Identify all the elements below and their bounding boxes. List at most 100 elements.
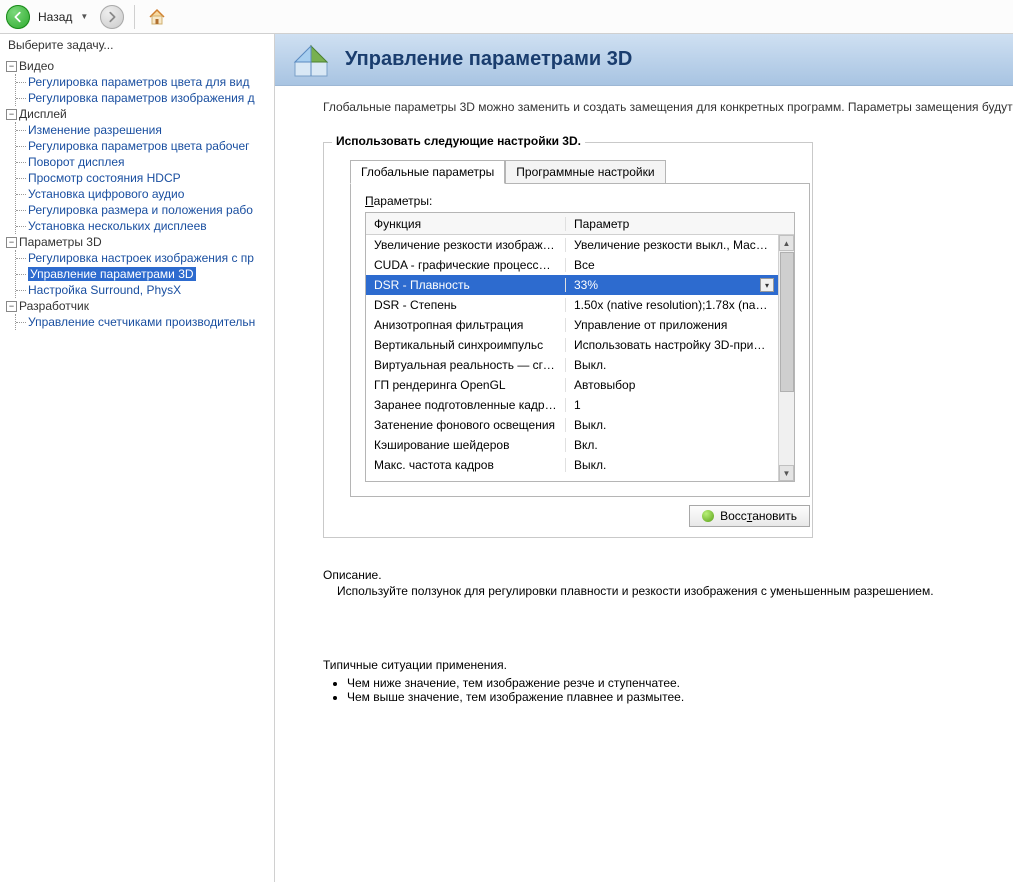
header-function[interactable]: Функция [366,217,566,231]
tree-item-label: Регулировка параметров цвета рабочег [28,139,250,153]
grid-cell-value[interactable]: Выкл. [566,458,778,472]
tree-group-label: Дисплей [19,107,67,121]
tree-item-label: Управление счетчиками производительн [28,315,255,329]
home-button[interactable] [145,5,169,29]
tree-item[interactable]: Настройка Surround, PhysX [16,282,274,298]
grid-row[interactable]: Макс. частота кадровВыкл. [366,455,778,475]
grid-cell-function: Увеличение резкости изображения [366,238,566,252]
tree-item[interactable]: Регулировка параметров цвета для вид [16,74,274,90]
tree-item[interactable]: Регулировка настроек изображения с пр [16,250,274,266]
tree-toggle[interactable]: − [6,109,17,120]
grid-row[interactable]: Виртуальная реальность — сглаживан...Вык… [366,355,778,375]
page-title: Управление параметрами 3D [345,48,632,71]
intro-text: Глобальные параметры 3D можно заменить и… [323,100,1013,114]
task-tree: −ВидеоРегулировка параметров цвета для в… [0,56,274,882]
page-banner: Управление параметрами 3D [275,34,1013,86]
sidebar-title: Выберите задачу... [0,34,274,56]
toolbar-separator [134,5,135,29]
grid-cell-value[interactable]: Управление от приложения [566,318,778,332]
grid-row[interactable]: DSR - Плавность33%▾ [366,275,778,295]
usage-title: Типичные ситуации применения. [323,658,1013,672]
tree-item[interactable]: Изменение разрешения [16,122,274,138]
grid-row[interactable]: Увеличение резкости изображенияУвеличени… [366,235,778,255]
settings-grid: Функция Параметр Увеличение резкости изо… [365,212,795,482]
grid-scrollbar[interactable]: ▲ ▼ [778,235,794,481]
tree-item-label: Просмотр состояния HDCP [28,171,181,185]
tree-item[interactable]: Установка цифрового аудио [16,186,274,202]
grid-cell-function: Кэширование шейдеров [366,438,566,452]
arrow-left-icon [11,10,25,24]
tab-global[interactable]: Глобальные параметры [350,160,505,184]
grid-cell-value[interactable]: Автовыбор [566,378,778,392]
grid-cell-function: Виртуальная реальность — сглаживан... [366,358,566,372]
tree-item-label: Регулировка настроек изображения с пр [28,251,254,265]
tree-group-label: Разработчик [19,299,89,313]
description-block: Описание. Используйте ползунок для регул… [323,568,1013,598]
back-button[interactable] [6,5,30,29]
grid-cell-function: DSR - Степень [366,298,566,312]
tree-toggle[interactable]: − [6,61,17,72]
tree-item-label: Изменение разрешения [28,123,162,137]
grid-row[interactable]: Затенение фонового освещенияВыкл. [366,415,778,435]
description-text: Используйте ползунок для регулировки пла… [337,584,1013,598]
tree-item[interactable]: Регулировка параметров изображения д [16,90,274,106]
tab-program[interactable]: Программные настройки [505,160,665,184]
grid-label: Параметры: [365,194,795,208]
tree-group[interactable]: −Дисплей [4,106,274,122]
tree-group[interactable]: −Видео [4,58,274,74]
grid-cell-value[interactable]: Выкл. [566,418,778,432]
description-title: Описание. [323,568,1013,582]
grid-cell-value[interactable]: 33%▾ [566,278,778,292]
nvidia-icon [702,510,714,522]
tab-panel: Параметры: Функция Параметр Увеличение р… [350,183,810,497]
chevron-down-icon[interactable]: ▾ [760,278,774,292]
grid-row[interactable]: ГП рендеринга OpenGLАвтовыбор [366,375,778,395]
scroll-thumb[interactable] [780,252,794,392]
content-area: Управление параметрами 3D Глобальные пар… [275,34,1013,882]
tabs: Глобальные параметры Программные настрой… [350,159,802,183]
grid-cell-value[interactable]: Вкл. [566,438,778,452]
grid-row[interactable]: CUDA - графические процессорыВсе [366,255,778,275]
tree-item-label: Поворот дисплея [28,155,125,169]
grid-cell-value[interactable]: Все [566,258,778,272]
grid-cell-function: Макс. частота кадров [366,458,566,472]
grid-cell-value[interactable]: 1.50x (native resolution);1.78x (native … [566,298,778,312]
tree-item[interactable]: Управление счетчиками производительн [16,314,274,330]
grid-row[interactable]: Заранее подготовленные кадры вирту...1 [366,395,778,415]
tree-toggle[interactable]: − [6,237,17,248]
grid-cell-function: DSR - Плавность [366,278,566,292]
restore-button[interactable]: Восстановить [689,505,810,527]
grid-cell-function: ГП рендеринга OpenGL [366,378,566,392]
grid-cell-value[interactable]: Использовать настройку 3D-приложения [566,338,778,352]
grid-row[interactable]: Вертикальный синхроимпульсИспользовать н… [366,335,778,355]
scroll-up-button[interactable]: ▲ [779,235,794,251]
toolbar: Назад ▼ [0,0,1013,34]
grid-cell-value[interactable]: Выкл. [566,358,778,372]
tree-item[interactable]: Регулировка размера и положения рабо [16,202,274,218]
usage-item: Чем ниже значение, тем изображение резче… [347,676,1013,690]
grid-cell-value[interactable]: Увеличение резкости выкл., Масштаби... [566,238,778,252]
tree-group-label: Параметры 3D [19,235,102,249]
tree-item-label: Управление параметрами 3D [28,267,196,281]
grid-cell-function: Затенение фонового освещения [366,418,566,432]
tree-item[interactable]: Управление параметрами 3D [16,266,274,282]
tree-item[interactable]: Установка нескольких дисплеев [16,218,274,234]
grid-row[interactable]: Анизотропная фильтрацияУправление от при… [366,315,778,335]
scroll-down-button[interactable]: ▼ [779,465,794,481]
header-value[interactable]: Параметр [566,217,794,231]
tree-toggle[interactable]: − [6,301,17,312]
back-history-caret[interactable]: ▼ [80,12,88,21]
arrow-right-icon [105,10,119,24]
tree-group[interactable]: −Разработчик [4,298,274,314]
grid-row[interactable]: DSR - Степень1.50x (native resolution);1… [366,295,778,315]
tree-item[interactable]: Поворот дисплея [16,154,274,170]
grid-row[interactable]: Кэширование шейдеровВкл. [366,435,778,455]
tree-item-label: Регулировка размера и положения рабо [28,203,253,217]
tree-item[interactable]: Регулировка параметров цвета рабочег [16,138,274,154]
tree-item[interactable]: Просмотр состояния HDCP [16,170,274,186]
grid-cell-function: CUDA - графические процессоры [366,258,566,272]
tree-group[interactable]: −Параметры 3D [4,234,274,250]
grid-cell-value[interactable]: 1 [566,398,778,412]
grid-header: Функция Параметр [366,213,794,235]
grid-cell-function: Анизотропная фильтрация [366,318,566,332]
